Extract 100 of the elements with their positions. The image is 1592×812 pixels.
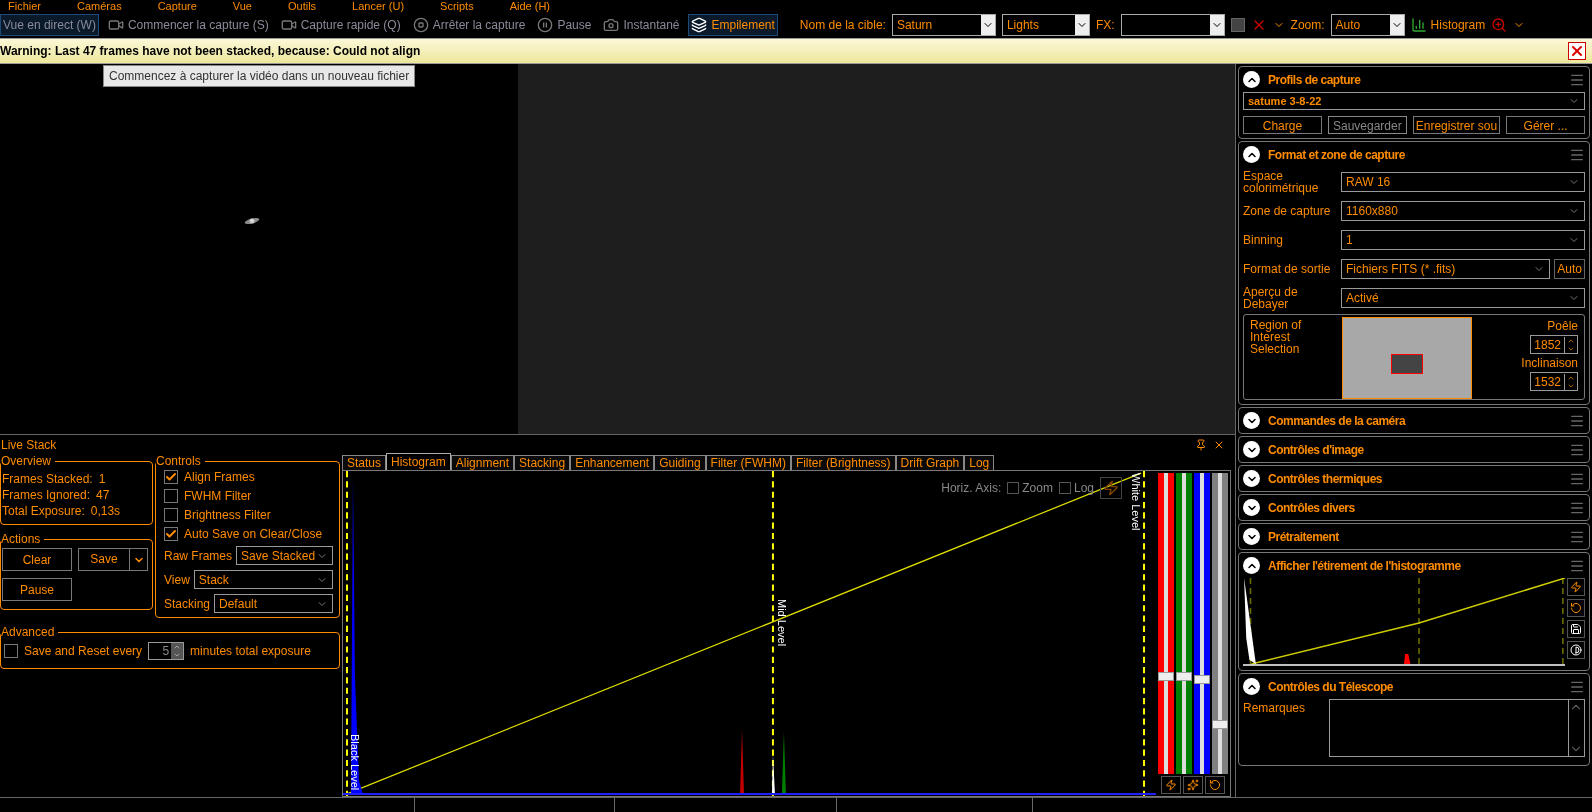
roi-preview[interactable] xyxy=(1342,317,1472,399)
stat-value: 0,13s xyxy=(90,503,121,518)
tab[interactable]: Histogram xyxy=(386,453,451,470)
pause-button[interactable]: Pause xyxy=(2,578,72,601)
menu-item[interactable]: Outils xyxy=(287,1,317,12)
dropdown[interactable]: Save Stacked xyxy=(236,546,333,565)
close-button[interactable] xyxy=(1568,42,1586,60)
slider-thumb[interactable] xyxy=(1194,674,1210,684)
tab[interactable]: Enhancement xyxy=(570,455,655,470)
save-icon[interactable] xyxy=(1567,620,1585,638)
spin-field[interactable]: 1852 xyxy=(1530,335,1578,354)
section-title: Commandes de la caméra xyxy=(1268,412,1407,430)
slider-thumb[interactable] xyxy=(1176,671,1192,681)
field-select[interactable]: 1160x880 xyxy=(1341,200,1585,221)
section-header[interactable]: Contrôles d'image xyxy=(1239,437,1589,462)
slider-thumb[interactable] xyxy=(1158,671,1174,681)
field-select[interactable]: Fichiers FITS (* .fits) xyxy=(1341,258,1551,279)
spin-label: Inclinaison xyxy=(1521,355,1578,372)
field-select[interactable]: Activé xyxy=(1341,287,1585,308)
checkbox[interactable] xyxy=(164,470,178,484)
section-header[interactable]: Format et zone de capture xyxy=(1239,142,1589,167)
section-title: Contrôles thermiques xyxy=(1268,470,1384,488)
roi-rectangle[interactable] xyxy=(1391,354,1423,374)
close-icon[interactable] xyxy=(1213,439,1225,451)
frame-type-select[interactable]: Lights xyxy=(1001,14,1090,36)
reset-icon[interactable] xyxy=(1205,776,1225,794)
reset-icon[interactable] xyxy=(1567,599,1585,617)
zoom-select[interactable]: Auto xyxy=(1330,14,1405,36)
profile-button[interactable]: Charge xyxy=(1243,116,1322,134)
auto-stretch-icon[interactable] xyxy=(1567,578,1585,596)
tab[interactable]: Drift Graph xyxy=(895,455,965,470)
pin-icon[interactable] xyxy=(1195,439,1207,451)
profile-button[interactable]: Enregistrer sou xyxy=(1412,116,1501,134)
section-header[interactable]: Commandes de la caméra xyxy=(1239,408,1589,433)
tab[interactable]: Status xyxy=(342,455,387,470)
video-camera-icon xyxy=(280,17,297,33)
level-slider-track[interactable] xyxy=(1212,473,1228,774)
menu-item[interactable]: Aide (H) xyxy=(509,1,550,12)
contrast-icon[interactable] xyxy=(1567,641,1585,659)
marker-label: Black Level xyxy=(349,733,361,790)
section-header[interactable]: Profils de capture xyxy=(1239,67,1589,92)
checkbox[interactable] xyxy=(164,489,178,503)
section-header[interactable]: Contrôles thermiques xyxy=(1239,466,1589,491)
minutes-spinner[interactable]: 5 xyxy=(148,642,185,660)
slider-thumb[interactable] xyxy=(1212,719,1228,729)
close-icon xyxy=(1569,43,1585,59)
checkbox[interactable] xyxy=(164,508,178,522)
field-select[interactable]: RAW 16 xyxy=(1341,171,1585,192)
save-split-button[interactable]: Save xyxy=(78,548,148,571)
auto-button[interactable]: Auto xyxy=(1554,258,1585,279)
checkbox[interactable] xyxy=(164,527,178,541)
field-label: Zone de capture xyxy=(1243,204,1332,217)
menu-item[interactable]: Caméras xyxy=(77,1,122,12)
level-slider-track[interactable] xyxy=(1158,473,1174,774)
profile-button[interactable]: Gérer ... xyxy=(1506,116,1585,134)
field-label: Espace colorimétrique xyxy=(1243,169,1320,194)
spin-field[interactable]: 1532 xyxy=(1530,372,1578,391)
auto-stretch-icon[interactable] xyxy=(1100,477,1122,499)
fx-select[interactable] xyxy=(1120,14,1225,36)
menu-item[interactable]: Fichier xyxy=(8,1,41,12)
video-camera-icon xyxy=(107,17,124,33)
checkbox[interactable] xyxy=(1058,482,1071,494)
auto-stretch-icon[interactable] xyxy=(1161,776,1181,794)
section-header[interactable]: Afficher l'étirement de l'histogramme xyxy=(1239,553,1589,578)
target-label: Nom de la cible: xyxy=(799,17,886,34)
notes-field[interactable] xyxy=(1329,699,1585,757)
checkbox[interactable] xyxy=(1007,482,1020,494)
menu-item[interactable]: Capture xyxy=(157,1,197,12)
section-header[interactable]: Prétraitement xyxy=(1239,524,1589,549)
level-marker-line[interactable] xyxy=(1562,578,1564,666)
field-select[interactable]: 1 xyxy=(1341,229,1585,250)
menu-item[interactable]: Scripts xyxy=(440,1,474,12)
tab[interactable]: Log xyxy=(964,455,995,470)
marker-label: Mid Level xyxy=(776,599,788,647)
field-label: Format de sortie xyxy=(1243,262,1332,275)
clear-button[interactable]: Clear xyxy=(2,548,72,571)
sparkle-icon[interactable] xyxy=(1183,776,1203,794)
toolbar-button[interactable]: Empilement xyxy=(688,14,778,36)
checkbox[interactable] xyxy=(4,644,18,658)
tab[interactable]: Guiding xyxy=(654,455,706,470)
tab[interactable]: Filter (FWHM) xyxy=(705,455,791,470)
target-select[interactable]: Saturn xyxy=(891,14,996,36)
dropdown[interactable]: Default xyxy=(214,594,333,613)
stat-value: 1 xyxy=(98,471,106,486)
profile-select[interactable]: satume 3-8-22 xyxy=(1243,92,1585,110)
tab[interactable]: Stacking xyxy=(514,455,571,470)
dropdown[interactable]: Stack xyxy=(193,570,333,589)
stat-label: Frames Ignored: xyxy=(2,487,91,502)
section-header[interactable]: Contrôles du Télescope xyxy=(1239,674,1589,699)
section-header[interactable]: Contrôles divers xyxy=(1239,495,1589,520)
level-slider-track[interactable] xyxy=(1176,473,1192,774)
tab[interactable]: Filter (Brightness) xyxy=(790,455,896,470)
histogram-button[interactable]: Histogram xyxy=(1410,16,1486,34)
level-slider-track[interactable] xyxy=(1194,473,1210,774)
menu-item[interactable]: Vue xyxy=(232,1,252,12)
zoom-icon[interactable] xyxy=(1491,17,1508,33)
frame-icon[interactable] xyxy=(1230,18,1245,32)
menu-item[interactable]: Lancer (U) xyxy=(352,1,405,12)
level-marker-line[interactable] xyxy=(1418,578,1420,666)
tab[interactable]: Alignment xyxy=(450,455,515,470)
